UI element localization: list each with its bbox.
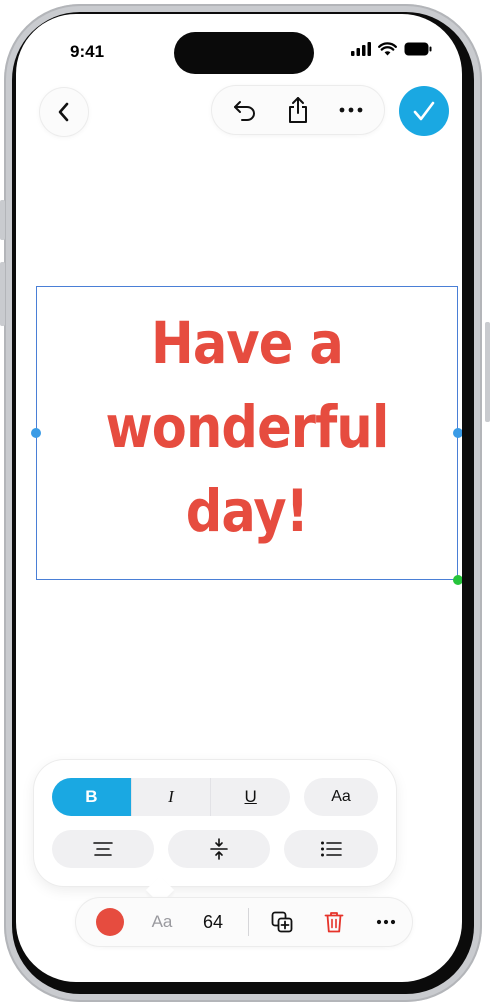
line-spacing-icon bbox=[210, 838, 228, 860]
text-selection-box[interactable]: Have a wonderful day! bbox=[31, 286, 462, 585]
rotate-handle[interactable] bbox=[453, 575, 462, 585]
more-horizontal-icon bbox=[376, 919, 396, 925]
wifi-icon bbox=[378, 42, 397, 56]
more-horizontal-icon bbox=[339, 107, 363, 113]
trash-icon bbox=[324, 912, 344, 933]
checkmark-icon bbox=[413, 101, 435, 121]
align-button[interactable] bbox=[52, 830, 154, 868]
font-size-button[interactable]: 64 bbox=[192, 898, 234, 946]
share-icon bbox=[288, 97, 307, 123]
undo-button[interactable] bbox=[225, 90, 265, 130]
bulleted-list-icon bbox=[321, 841, 342, 857]
bottom-toolbar: Aa 64 bbox=[76, 898, 412, 946]
color-swatch bbox=[96, 908, 124, 936]
canvas-text-line: day! bbox=[185, 477, 309, 545]
dynamic-island bbox=[174, 32, 314, 74]
text-format-panel: B I U Aa bbox=[34, 760, 396, 886]
duplicate-button[interactable] bbox=[262, 898, 302, 946]
app-screen: 9:41 Have a wonderful day! B I U Aa Aa 6… bbox=[16, 14, 462, 982]
chevron-left-icon bbox=[58, 102, 69, 122]
line-spacing-button[interactable] bbox=[168, 830, 270, 868]
toolbar-divider bbox=[248, 908, 249, 936]
cellular-icon bbox=[351, 42, 371, 56]
underline-button[interactable]: U bbox=[210, 778, 290, 816]
duplicate-icon bbox=[271, 911, 293, 933]
canvas-text-line: Have a bbox=[151, 309, 344, 377]
top-actions-group bbox=[212, 86, 384, 134]
status-time: 9:41 bbox=[70, 42, 105, 61]
side-button bbox=[0, 262, 5, 326]
side-button bbox=[485, 322, 490, 422]
text-style-segmented-control: B I U bbox=[52, 778, 290, 816]
undo-icon bbox=[233, 101, 255, 121]
bold-button[interactable]: B bbox=[52, 778, 131, 816]
delete-button[interactable] bbox=[314, 898, 354, 946]
more-options-button[interactable] bbox=[366, 898, 406, 946]
side-button bbox=[0, 200, 5, 240]
battery-icon bbox=[404, 42, 432, 56]
font-button[interactable]: Aa bbox=[304, 778, 378, 816]
more-button[interactable] bbox=[331, 90, 371, 130]
share-button[interactable] bbox=[278, 90, 318, 130]
font-style-button[interactable]: Aa bbox=[142, 898, 182, 946]
resize-handle-right[interactable] bbox=[453, 428, 462, 438]
align-center-icon bbox=[93, 842, 113, 856]
canvas-text-line: wonderful bbox=[105, 393, 389, 461]
resize-handle-left[interactable] bbox=[31, 428, 41, 438]
italic-button[interactable]: I bbox=[130, 778, 211, 816]
list-button[interactable] bbox=[284, 830, 378, 868]
done-button[interactable] bbox=[399, 86, 449, 136]
text-color-button[interactable] bbox=[90, 898, 130, 946]
back-button[interactable] bbox=[40, 88, 88, 136]
canvas-text[interactable]: Have a wonderful day! bbox=[62, 301, 432, 553]
status-icons bbox=[351, 42, 432, 56]
